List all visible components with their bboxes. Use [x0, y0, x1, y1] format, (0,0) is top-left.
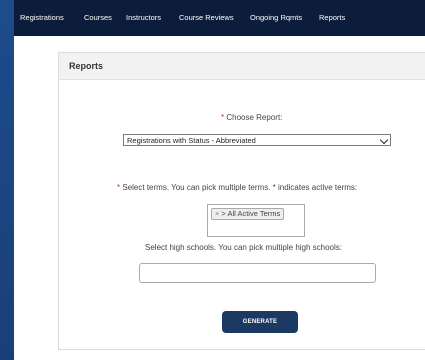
nav-registrations[interactable]: Registrations — [20, 13, 64, 22]
choose-report-label: * Choose Report: — [221, 113, 282, 122]
panel-title: Reports — [69, 61, 104, 71]
term-tag-label: > All Active Terms — [221, 209, 281, 218]
top-nav: Registrations Courses Instructors Course… — [14, 0, 425, 36]
reports-panel: Reports * Choose Report: Registrations w… — [58, 52, 425, 350]
panel-header: Reports — [59, 53, 425, 80]
close-icon[interactable]: × — [215, 209, 219, 218]
term-tag: × > All Active Terms — [211, 208, 285, 220]
nav-ongoing-rqmts[interactable]: Ongoing Rqmts — [250, 13, 302, 22]
main-content: Reports * Choose Report: Registrations w… — [14, 36, 425, 360]
report-select[interactable]: Registrations with Status - Abbreviated — [123, 134, 391, 146]
high-schools-input[interactable] — [139, 263, 376, 283]
required-marker: * — [221, 113, 225, 122]
generate-button[interactable]: GENERATE — [222, 311, 298, 333]
report-select-value: Registrations with Status - Abbreviated — [127, 136, 256, 145]
select-terms-label: * Select terms. You can pick multiple te… — [117, 183, 357, 192]
required-marker: * — [117, 183, 121, 192]
nav-instructors[interactable]: Instructors — [126, 13, 161, 22]
nav-course-reviews[interactable]: Course Reviews — [179, 13, 234, 22]
terms-multiselect[interactable]: × > All Active Terms — [207, 204, 305, 237]
choose-report-text: Choose Report: — [226, 113, 283, 122]
nav-courses[interactable]: Courses — [84, 13, 112, 22]
select-terms-text: Select terms. You can pick multiple term… — [122, 183, 358, 192]
high-schools-label: Select high schools. You can pick multip… — [145, 243, 343, 252]
sidebar — [0, 0, 14, 360]
nav-reports[interactable]: Reports — [319, 13, 345, 22]
chevron-down-icon — [379, 135, 389, 145]
